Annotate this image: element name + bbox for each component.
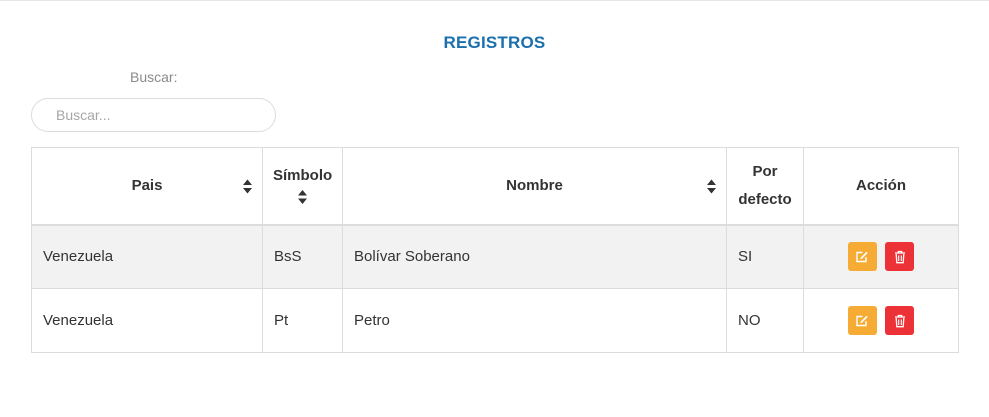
search-label: Buscar:	[130, 69, 178, 85]
edit-button[interactable]	[847, 242, 877, 272]
records-table: Pais Símbolo Nombre Por defecto Acción V…	[31, 147, 959, 353]
cell-simbolo: Pt	[262, 288, 343, 353]
sort-icon[interactable]	[273, 188, 332, 205]
sort-icon[interactable]	[707, 177, 716, 194]
delete-button[interactable]	[885, 306, 915, 335]
column-header-label: Nombre	[506, 177, 563, 195]
table-row: Venezuela Pt Petro NO	[31, 288, 959, 353]
cell-simbolo: BsS	[262, 224, 343, 289]
cell-pais: Venezuela	[31, 224, 263, 289]
top-divider	[0, 0, 989, 1]
trash-icon	[894, 250, 905, 264]
cell-pais: Venezuela	[31, 288, 263, 353]
table-row: Venezuela BsS Bolívar Soberano SI	[31, 224, 959, 289]
table-header-row: Pais Símbolo Nombre Por defecto Acción	[31, 147, 959, 226]
delete-button[interactable]	[885, 242, 915, 272]
cell-nombre: Petro	[342, 288, 727, 353]
page-title: REGISTROS	[443, 33, 546, 52]
cell-por-defecto: SI	[726, 224, 804, 289]
column-header-pais[interactable]: Pais	[31, 147, 263, 226]
column-header-label-line2: defecto	[738, 190, 792, 208]
column-header-nombre[interactable]: Nombre	[342, 147, 727, 226]
cell-actions	[803, 288, 959, 353]
edit-button[interactable]	[847, 306, 877, 335]
edit-icon	[856, 315, 869, 326]
column-header-label-line1: Por	[752, 162, 778, 180]
cell-actions	[803, 224, 959, 289]
column-header-simbolo[interactable]: Símbolo	[262, 147, 343, 226]
column-header-por-defecto[interactable]: Por defecto	[726, 147, 804, 226]
column-header-label: Símbolo	[273, 166, 333, 184]
search-input[interactable]	[31, 98, 276, 132]
cell-nombre: Bolívar Soberano	[342, 224, 727, 289]
column-header-accion: Acción	[803, 147, 959, 226]
column-header-label: Pais	[131, 177, 163, 195]
edit-icon	[856, 251, 869, 262]
sort-icon[interactable]	[243, 177, 252, 194]
column-header-label: Acción	[855, 177, 906, 195]
trash-icon	[894, 314, 905, 327]
cell-por-defecto: NO	[726, 288, 804, 353]
